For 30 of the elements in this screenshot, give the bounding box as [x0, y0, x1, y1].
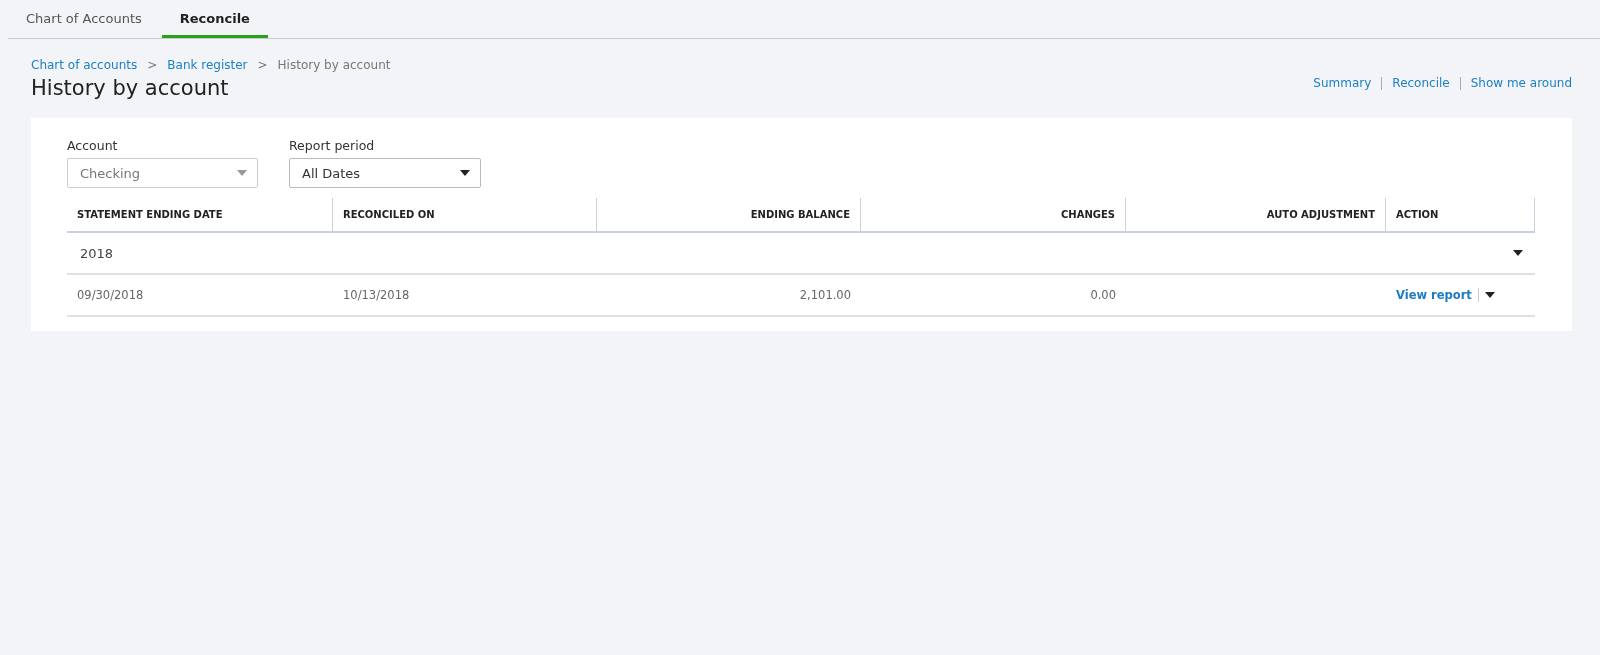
tab[interactable]: Chart of Accounts — [8, 0, 160, 38]
breadcrumb-separator: > — [257, 58, 268, 72]
breadcrumb-link[interactable]: Chart of accounts — [31, 58, 138, 72]
table-cell-text: 10/13/2018 — [342, 288, 411, 302]
table-cell-text: 0.00 — [1089, 288, 1117, 302]
field-label: Account — [67, 138, 119, 153]
caret-icon — [237, 170, 247, 176]
column-header: RECONCILED ON — [333, 198, 597, 231]
column-header: ACTION — [1386, 198, 1535, 231]
column-header: ENDING BALANCE — [597, 198, 861, 231]
header-link[interactable]: Reconcile — [1392, 76, 1450, 90]
header-link[interactable]: Summary — [1313, 76, 1372, 90]
column-header: AUTO ADJUSTMENT — [1126, 198, 1386, 231]
caret-icon — [460, 170, 470, 176]
caret-icon[interactable] — [1484, 292, 1495, 298]
caret-icon[interactable] — [1513, 250, 1523, 256]
table-cell-text: 2,101.00 — [798, 288, 852, 302]
header-link[interactable]: Show me around — [1470, 76, 1572, 90]
table-cell-text: 09/30/2018 — [76, 288, 145, 302]
page-title: History by account — [31, 76, 230, 100]
view-report-link[interactable]: View report — [1396, 288, 1472, 302]
dropdown-field[interactable]: All Dates — [289, 158, 481, 188]
breadcrumb-separator: > — [147, 58, 158, 72]
breadcrumb-current: History by account — [277, 58, 391, 72]
column-header: STATEMENT ENDING DATE — [67, 198, 333, 231]
column-header: CHANGES — [861, 198, 1126, 231]
tab[interactable]: Reconcile — [161, 0, 268, 38]
breadcrumb-link[interactable]: Bank register — [167, 58, 248, 72]
field-label: Report period — [289, 138, 376, 153]
group-label: 2018 — [80, 245, 114, 261]
